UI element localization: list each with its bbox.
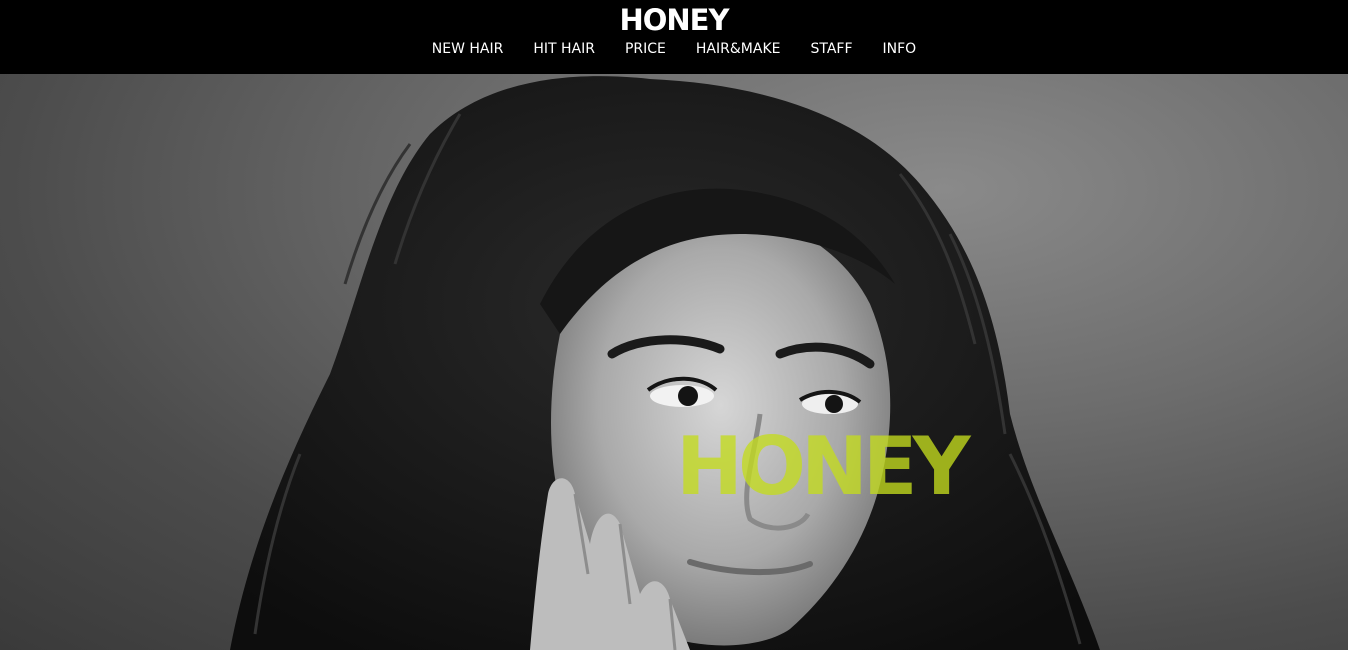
nav-item-info[interactable]: INFO <box>883 40 917 58</box>
site-header: HONEY NEW HAIR HIT HAIR PRICE HAIR&MAKE … <box>0 0 1348 74</box>
hero-portrait-photo <box>230 76 1100 650</box>
nav-item-hit-hair[interactable]: HIT HAIR <box>533 40 595 58</box>
nav-item-price[interactable]: PRICE <box>625 40 666 58</box>
site-logo[interactable]: HONEY <box>0 2 1348 38</box>
hero-title: HONEY <box>676 420 970 513</box>
main-nav: NEW HAIR HIT HAIR PRICE HAIR&MAKE STAFF … <box>0 40 1348 58</box>
nav-item-staff[interactable]: STAFF <box>810 40 852 58</box>
nav-item-hair-make[interactable]: HAIR&MAKE <box>696 40 781 58</box>
nav-item-new-hair[interactable]: NEW HAIR <box>432 40 504 58</box>
hero-banner: HONEY <box>0 74 1348 650</box>
